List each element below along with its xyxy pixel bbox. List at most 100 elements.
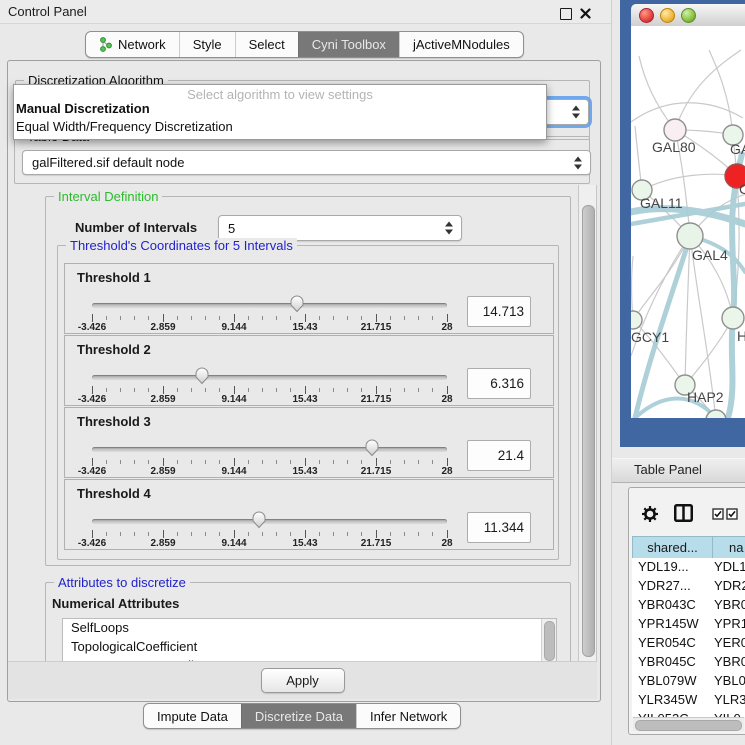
tick-mark [148, 388, 149, 392]
table-cell: YBR0 [714, 654, 745, 669]
tick-label: -3.426 [78, 466, 106, 477]
tab-style[interactable]: Style [179, 32, 235, 57]
tick-mark [120, 316, 121, 320]
tick-label: 15.43 [292, 466, 317, 477]
algorithm-hint: Select algorithm to view settings [14, 87, 546, 102]
combo-arrows-icon [574, 156, 582, 169]
table-cell: YLR345W [638, 692, 697, 707]
attributes-list-scrollbar-thumb[interactable] [544, 621, 555, 661]
tick-mark [92, 458, 93, 466]
tab-discretize-data[interactable]: Discretize Data [241, 704, 356, 728]
table-data-combo[interactable]: galFiltered.sif default node [22, 150, 591, 175]
slider-track[interactable] [92, 447, 447, 452]
table-row[interactable]: YPR145WYPR1 [632, 615, 745, 634]
slider-thumb[interactable] [194, 366, 210, 385]
table-row[interactable]: YDR27...YDR2 [632, 577, 745, 596]
table-cell: YBR045C [638, 654, 696, 669]
threshold-value-field[interactable]: 14.713 [467, 296, 531, 327]
threshold-value-field[interactable]: 21.4 [467, 440, 531, 471]
mac-minimize-button[interactable] [660, 8, 675, 23]
mac-close-button[interactable] [639, 8, 654, 23]
settings-scrollbar-thumb[interactable] [582, 205, 595, 657]
threshold-box-3: Threshold 3-3.4262.8599.14415.4321.71528… [64, 407, 554, 478]
slider-track[interactable] [92, 519, 447, 524]
tab-infer-network[interactable]: Infer Network [356, 704, 460, 728]
thresholds-group-title: Threshold's Coordinates for 5 Intervals [66, 238, 297, 253]
threshold-value-field[interactable]: 11.344 [467, 512, 531, 543]
tick-mark [390, 532, 391, 536]
mac-zoom-button[interactable] [681, 8, 696, 23]
tab-network[interactable]: Network [86, 32, 179, 57]
tick-mark [432, 532, 433, 536]
tick-label: -3.426 [78, 394, 106, 405]
node-gcy1[interactable] [631, 311, 642, 329]
table-row[interactable]: YBR045C YBR0 [632, 653, 745, 672]
tick-mark [361, 316, 362, 320]
node-gal80[interactable] [664, 119, 686, 141]
tick-mark [120, 388, 121, 392]
node-table[interactable]: YDL19...YDL1YDR27...YDR2YBR043CYBR0YPR14… [632, 558, 745, 717]
table-row[interactable]: YDL19...YDL1 [632, 558, 745, 577]
column-header-shared-name[interactable]: shared... [632, 536, 713, 559]
tick-mark [205, 532, 206, 536]
node-label-h-partial: H [737, 328, 745, 344]
settings-scrollbar[interactable] [578, 185, 597, 670]
table-horizontal-scrollbar-thumb[interactable] [635, 720, 742, 731]
algorithm-option-equal-width-frequency-discretization[interactable]: Equal Width/Frequency Discretization [16, 119, 233, 134]
tick-mark [262, 316, 263, 320]
tick-mark [404, 316, 405, 320]
slider-thumb[interactable] [251, 510, 267, 529]
close-icon[interactable] [580, 8, 591, 19]
checkbox-icon[interactable] [726, 508, 738, 520]
gear-icon[interactable] [641, 505, 659, 523]
split-panel-icon[interactable] [674, 504, 693, 522]
tick-label: 2.859 [150, 322, 175, 333]
slider-track[interactable] [92, 375, 447, 380]
node-gal4[interactable] [677, 223, 703, 249]
tick-mark [418, 460, 419, 464]
tab-cyni-toolbox[interactable]: Cyni Toolbox [298, 32, 399, 57]
node-h[interactable] [722, 307, 744, 329]
table-row[interactable]: YBL079WYBL0 [632, 672, 745, 691]
tick-mark [361, 388, 362, 392]
tick-mark [205, 316, 206, 320]
tab-label: Select [249, 37, 285, 52]
network-window-titlebar[interactable] [631, 4, 745, 27]
threshold-value-field[interactable]: 6.316 [467, 368, 531, 399]
table-row[interactable]: YLR345WYLR3 [632, 691, 745, 710]
algorithm-option-manual-discretization[interactable]: Manual Discretization [16, 101, 150, 116]
table-row[interactable]: YER054CYER0 [632, 634, 745, 653]
slider-thumb[interactable] [364, 438, 380, 457]
column-header-name[interactable]: na [712, 536, 745, 559]
tick-mark [205, 460, 206, 464]
tick-mark [404, 532, 405, 536]
algorithm-dropdown-popup: Select algorithm to view settings Manual… [13, 84, 547, 140]
threshold-label: Threshold 2 [77, 342, 151, 357]
numerical-attributes-heading: Numerical Attributes [52, 596, 179, 611]
tick-mark [390, 388, 391, 392]
table-cell: YBR0 [714, 597, 745, 612]
table-horizontal-scrollbar[interactable] [633, 717, 744, 731]
table-row[interactable]: YBR043CYBR0 [632, 596, 745, 615]
tick-mark [234, 458, 235, 466]
float-window-icon[interactable] [560, 8, 572, 20]
tick-label: 21.715 [361, 322, 392, 333]
tick-mark [447, 314, 448, 322]
node-label-gal11: GAL11 [640, 195, 683, 211]
table-row[interactable]: YIL052CYIL0 [632, 710, 745, 717]
attr-list-item[interactable]: TopologicalCoefficient [63, 638, 556, 657]
slider-thumb[interactable] [289, 294, 305, 313]
tick-mark [92, 386, 93, 394]
tab-impute-data[interactable]: Impute Data [144, 704, 241, 728]
apply-button[interactable]: Apply [261, 668, 345, 693]
tick-mark [333, 316, 334, 320]
network-view-canvas[interactable]: GAL80 GA C GAL11 GAL4 GCY1 H HAP2 [631, 26, 745, 418]
tick-mark [418, 532, 419, 536]
tick-label: 2.859 [150, 538, 175, 549]
tab-label: Impute Data [157, 709, 228, 724]
tab-jactivemnodules[interactable]: jActiveMNodules [399, 32, 523, 57]
attr-list-item[interactable]: SelfLoops [63, 619, 556, 638]
tab-select[interactable]: Select [235, 32, 298, 57]
checkbox-icon[interactable] [712, 508, 724, 520]
slider-track[interactable] [92, 303, 447, 308]
